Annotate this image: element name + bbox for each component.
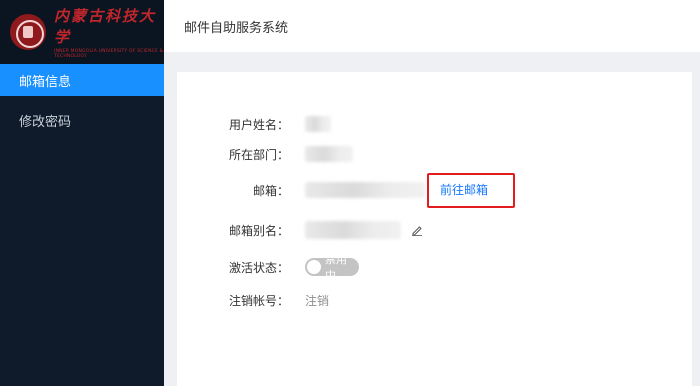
sidebar-item-mailbox-info[interactable]: 邮箱信息 [0,64,164,96]
toggle-knob [307,260,321,274]
sidebar-item-label: 邮箱信息 [19,74,72,90]
email-value-redacted [305,182,425,198]
cancel-account-link[interactable]: 注销 [305,292,329,309]
email-label: 邮箱： [252,183,289,198]
status-label: 激活状态： [228,260,289,275]
edit-pencil-icon[interactable] [411,224,423,236]
sidebar-item-change-password[interactable]: 修改密码 [0,104,164,136]
sidebar: 内蒙古科技大学 INNER MONGOLIA UNIVERSITY OF SCI… [0,0,164,386]
main-panel: 用户姓名： 所在部门： 邮箱： 邮箱别名： 激活状态： 禁用中 注销帐号： 注销 [177,72,692,386]
logo-name-en: INNER MONGOLIA UNIVERSITY OF SCIENCE & T… [54,49,164,59]
goto-mailbox-link[interactable]: 前往邮箱 [440,181,488,198]
alias-row: 邮箱别名： [177,219,423,241]
cancel-label: 注销帐号： [228,293,289,308]
page-title: 邮件自助服务系统 [184,20,289,36]
header: 邮件自助服务系统 [164,0,700,52]
alias-label: 邮箱别名： [228,223,289,238]
university-seal-icon [10,14,46,50]
alias-value-redacted [305,221,401,239]
dept-row: 所在部门： [177,143,353,165]
name-label: 用户姓名： [228,117,289,132]
name-value-redacted [305,116,331,132]
toggle-text: 禁用中 [325,253,347,282]
cancel-row: 注销帐号： 注销 [177,289,329,311]
activation-toggle[interactable]: 禁用中 [305,253,359,282]
dept-label: 所在部门： [228,147,289,162]
dept-value-redacted [305,146,353,162]
status-row: 激活状态： 禁用中 [177,253,359,282]
logo: 内蒙古科技大学 INNER MONGOLIA UNIVERSITY OF SCI… [0,0,164,64]
logo-name-cn: 内蒙古科技大学 [54,7,157,46]
email-row: 邮箱： [177,179,425,201]
name-row: 用户姓名： [177,113,331,135]
sidebar-item-label: 修改密码 [19,114,72,130]
